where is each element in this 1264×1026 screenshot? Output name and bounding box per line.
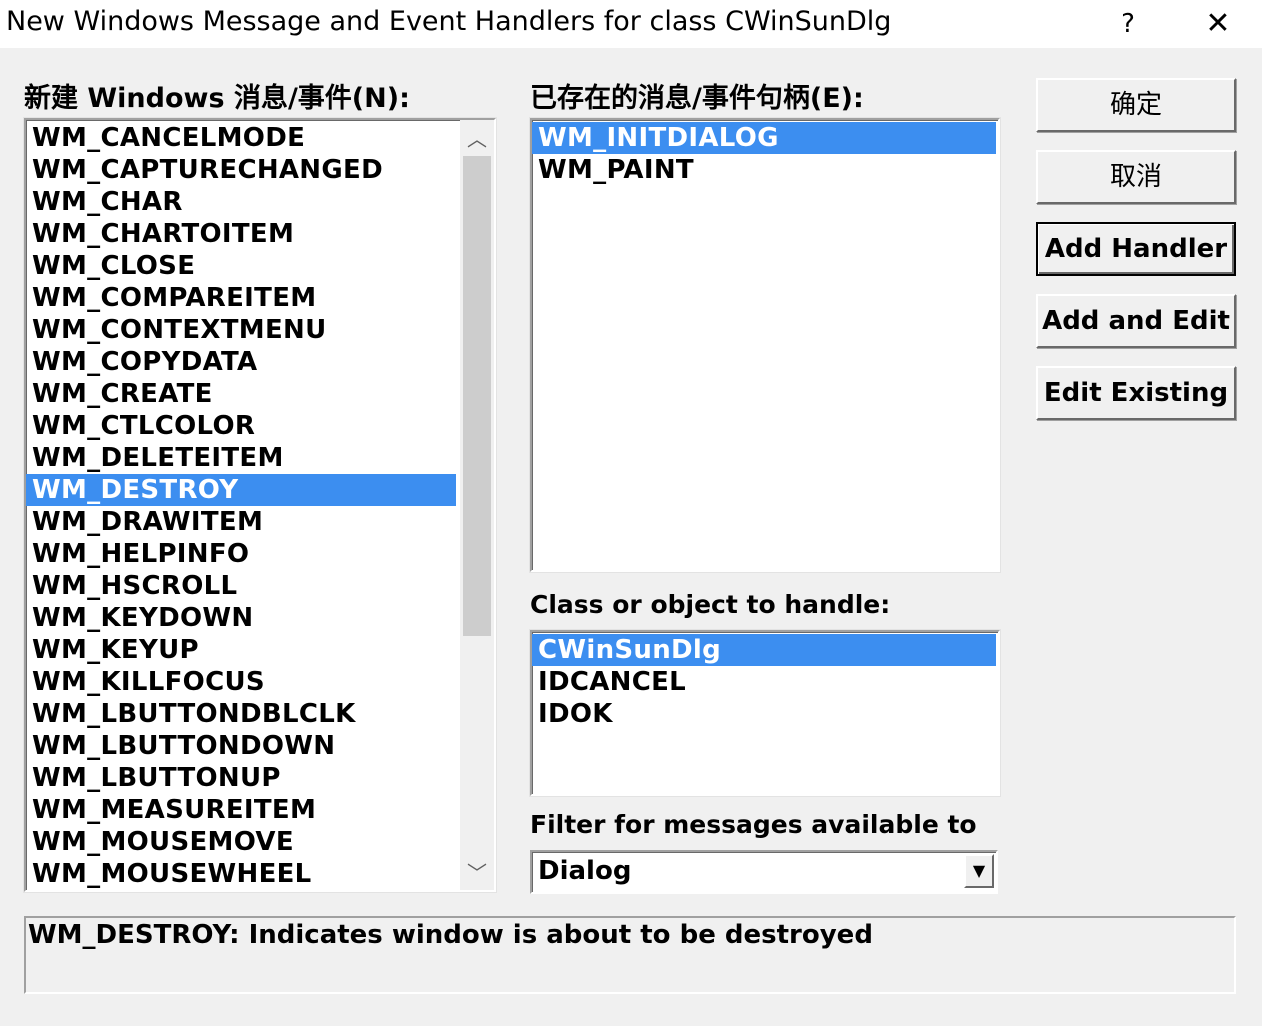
filter-label: Filter for messages available to (530, 810, 977, 839)
close-button[interactable]: ✕ (1196, 4, 1240, 44)
new-messages-listbox[interactable]: WM_CANCELMODE WM_CAPTURECHANGED WM_CHAR WM_… (24, 118, 496, 892)
dropdown-arrow-icon[interactable]: ▼ (964, 854, 994, 888)
new-messages-scrollbar[interactable]: ︿ ﹀ (460, 120, 494, 890)
new-message-item[interactable]: WM_DESTROY (26, 474, 456, 506)
new-message-item[interactable]: WM_HELPINFO (26, 538, 456, 570)
new-message-item[interactable]: WM_COMPAREITEM (26, 282, 456, 314)
class-object-item[interactable]: IDCANCEL (532, 666, 996, 698)
new-message-item[interactable]: WM_KILLFOCUS (26, 666, 456, 698)
description-box: WM_DESTROY: Indicates window is about to… (24, 916, 1236, 994)
new-message-item[interactable]: WM_MOUSEWHEEL (26, 858, 456, 890)
scroll-down-icon[interactable]: ﹀ (460, 856, 494, 890)
close-icon: ✕ (1205, 6, 1231, 41)
new-messages-label: 新建 Windows 消息/事件(N): (24, 83, 410, 114)
class-object-label: Class or object to handle: (530, 590, 891, 619)
new-message-item[interactable]: WM_LBUTTONUP (26, 762, 456, 794)
new-message-item[interactable]: WM_LBUTTONDOWN (26, 730, 456, 762)
class-object-items: CWinSunDlg IDCANCEL IDOK (532, 634, 996, 730)
title-bar: New Windows Message and Event Handlers f… (0, 0, 1264, 48)
class-object-listbox[interactable]: CWinSunDlg IDCANCEL IDOK (530, 630, 1000, 796)
new-message-item[interactable]: WM_DRAWITEM (26, 506, 456, 538)
description-text: WM_DESTROY: Indicates window is about to… (28, 920, 873, 950)
new-message-item[interactable]: WM_CHAR (26, 186, 456, 218)
cancel-button[interactable]: 取消 (1036, 150, 1236, 204)
class-object-item[interactable]: IDOK (532, 698, 996, 730)
new-message-item[interactable]: WM_CAPTURECHANGED (26, 154, 456, 186)
new-message-item[interactable]: WM_MOUSEMOVE (26, 826, 456, 858)
new-message-item[interactable]: WM_MEASUREITEM (26, 794, 456, 826)
new-message-item[interactable]: WM_CONTEXTMENU (26, 314, 456, 346)
filter-combobox[interactable]: Dialog ▼ (530, 850, 998, 894)
existing-handlers-items: WM_INITDIALOG WM_PAINT (532, 122, 996, 186)
add-and-edit-button[interactable]: Add and Edit (1036, 294, 1236, 348)
new-messages-items: WM_CANCELMODE WM_CAPTURECHANGED WM_CHAR WM_… (26, 122, 456, 890)
existing-handler-item[interactable]: WM_PAINT (532, 154, 996, 186)
class-object-item[interactable]: CWinSunDlg (532, 634, 996, 666)
scroll-thumb[interactable] (463, 156, 491, 636)
existing-handler-item[interactable]: WM_INITDIALOG (532, 122, 996, 154)
ok-button[interactable]: 确定 (1036, 78, 1236, 132)
new-message-item[interactable]: WM_DELETEITEM (26, 442, 456, 474)
existing-handlers-listbox[interactable]: WM_INITDIALOG WM_PAINT (530, 118, 1000, 572)
new-message-item[interactable]: WM_CHARTOITEM (26, 218, 456, 250)
new-message-item[interactable]: WM_KEYUP (26, 634, 456, 666)
help-button[interactable]: ? (1108, 4, 1148, 44)
add-handler-button[interactable]: Add Handler (1036, 222, 1236, 276)
new-message-item[interactable]: WM_LBUTTONDBLCLK (26, 698, 456, 730)
new-message-item[interactable]: WM_KEYDOWN (26, 602, 456, 634)
new-message-item[interactable]: WM_COPYDATA (26, 346, 456, 378)
new-message-item[interactable]: WM_CTLCOLOR (26, 410, 456, 442)
new-message-item[interactable]: WM_HSCROLL (26, 570, 456, 602)
new-message-item[interactable]: WM_CREATE (26, 378, 456, 410)
new-message-item[interactable]: WM_CANCELMODE (26, 122, 456, 154)
existing-handlers-label: 已存在的消息/事件句柄(E): (530, 83, 864, 114)
edit-existing-button[interactable]: Edit Existing (1036, 366, 1236, 420)
new-message-item[interactable]: WM_CLOSE (26, 250, 456, 282)
window-title: New Windows Message and Event Handlers f… (6, 6, 892, 37)
scroll-up-icon[interactable]: ︿ (460, 122, 494, 156)
filter-value: Dialog (538, 856, 632, 886)
